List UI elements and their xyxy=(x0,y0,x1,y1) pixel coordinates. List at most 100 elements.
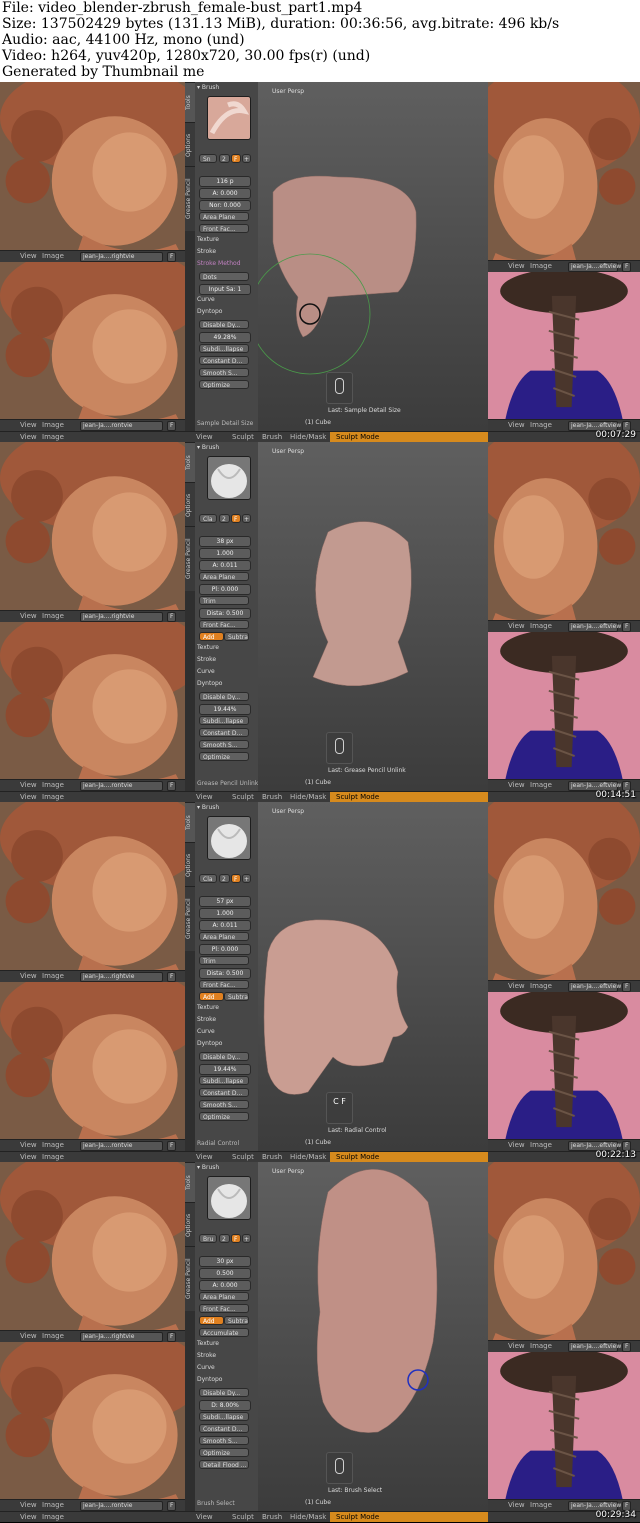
strength-field[interactable]: A: 0.000 xyxy=(199,188,251,199)
sculpt-mesh[interactable] xyxy=(258,802,488,1151)
operator-panel-header[interactable]: Grease Pencil Unlink xyxy=(197,780,258,787)
disable-dyntopo-button[interactable]: Disable Dy... xyxy=(199,692,249,701)
view-menu[interactable]: View xyxy=(20,1141,37,1150)
image-menu[interactable]: Image xyxy=(530,1342,552,1351)
trim-checkbox[interactable]: Trim xyxy=(199,596,249,605)
sculpt-mode-select[interactable]: Sculpt Mode xyxy=(336,793,379,802)
front-faces-checkbox[interactable]: Front Fac... xyxy=(199,980,249,989)
view-menu[interactable]: View xyxy=(20,1501,37,1510)
stroke-panel-header[interactable]: Stroke xyxy=(197,1352,216,1359)
bottom-view-menu[interactable]: View xyxy=(196,1153,213,1162)
stroke-method-select[interactable]: Dots xyxy=(199,272,249,281)
dyntopo-panel-header[interactable]: Dyntopo xyxy=(197,308,222,315)
fake-user-toggle[interactable]: F xyxy=(231,154,241,163)
sculpt-menu[interactable]: Sculpt xyxy=(232,793,254,802)
tab-options[interactable]: Options xyxy=(185,122,195,167)
view-menu[interactable]: View xyxy=(508,1342,525,1351)
texture-panel-header[interactable]: Texture xyxy=(197,1340,219,1347)
sculpt-mode-select[interactable]: Sculpt Mode xyxy=(336,1513,379,1522)
sculpt-mesh[interactable] xyxy=(258,1162,488,1511)
plane-offset-field[interactable]: Pl: 0.000 xyxy=(199,584,251,595)
texture-panel-header[interactable]: Texture xyxy=(197,644,219,651)
texture-panel-header[interactable]: Texture xyxy=(197,236,219,243)
brush-menu[interactable]: Brush xyxy=(262,1513,282,1522)
image-menu[interactable]: Image xyxy=(530,982,552,991)
brush-selector[interactable]: Cla xyxy=(199,874,217,883)
image-menu[interactable]: Image xyxy=(530,421,552,430)
subtract-button[interactable]: Subtrac xyxy=(224,632,249,641)
add-brush-button[interactable]: + xyxy=(242,874,251,883)
tab-grease-pencil[interactable]: Grease Pencil xyxy=(185,1246,195,1311)
radius-field[interactable]: 38 px xyxy=(199,536,251,547)
image-selector[interactable]: jean-Ja....rightvie xyxy=(80,252,163,262)
front-faces-checkbox[interactable]: Front Fac... xyxy=(199,224,249,233)
trim-distance-field[interactable]: Dista: 0.500 xyxy=(199,608,251,619)
view-menu[interactable]: View xyxy=(20,1332,37,1341)
image-selector[interactable]: jean-Ja....rontvie xyxy=(80,1501,163,1511)
fake-user-toggle[interactable]: F xyxy=(167,1501,177,1511)
view-menu[interactable]: View xyxy=(20,252,37,261)
sculpt-menu[interactable]: Sculpt xyxy=(232,433,254,442)
brush-selector[interactable]: Sn xyxy=(199,154,217,163)
brush-preview[interactable] xyxy=(207,816,251,860)
bottom-view-menu[interactable]: View xyxy=(196,1513,213,1522)
3d-viewport[interactable]: User Persp Last: Grease Pencil Unlink (1) … xyxy=(258,442,488,791)
image-selector[interactable]: jean-Ja....rontvie xyxy=(80,421,163,431)
smooth-shading-checkbox[interactable]: Smooth S... xyxy=(199,740,249,749)
fake-user-toggle[interactable]: F xyxy=(167,612,177,622)
disable-dyntopo-button[interactable]: Disable Dy... xyxy=(199,320,249,329)
fake-user-toggle[interactable]: F xyxy=(622,1342,632,1352)
stroke-panel-header[interactable]: Stroke xyxy=(197,1016,216,1023)
front-faces-checkbox[interactable]: Front Fac... xyxy=(199,1304,249,1313)
fake-user-toggle[interactable]: F xyxy=(231,874,241,883)
disable-dyntopo-button[interactable]: Disable Dy... xyxy=(199,1052,249,1061)
smooth-shading-checkbox[interactable]: Smooth S... xyxy=(199,1100,249,1109)
curve-panel-header[interactable]: Curve xyxy=(197,1364,215,1371)
optimize-button[interactable]: Optimize xyxy=(199,752,249,761)
brush-selector[interactable]: Cla xyxy=(199,514,217,523)
fake-user-toggle[interactable]: F xyxy=(167,781,177,791)
tab-grease-pencil[interactable]: Grease Pencil xyxy=(185,166,195,231)
fake-user-toggle[interactable]: F xyxy=(167,421,177,431)
tab-options[interactable]: Options xyxy=(185,1202,195,1247)
sculpt-mode-select[interactable]: Sculpt Mode xyxy=(336,433,379,442)
strength-field[interactable]: 1.000 xyxy=(199,548,251,559)
fake-user-toggle[interactable]: F xyxy=(231,514,241,523)
fake-user-toggle[interactable]: F xyxy=(231,1234,241,1243)
sculpt-mesh[interactable] xyxy=(258,82,488,431)
strength-field[interactable]: 0.500 xyxy=(199,1268,251,1279)
detailing-select[interactable]: Constant D... xyxy=(199,728,249,737)
bottom-view-menu[interactable]: View xyxy=(196,793,213,802)
view-menu[interactable]: View xyxy=(20,421,37,430)
fake-user-toggle[interactable]: F xyxy=(167,1332,177,1342)
view-menu[interactable]: View xyxy=(508,781,525,790)
view-menu[interactable]: View xyxy=(20,1513,37,1522)
fake-user-toggle[interactable]: F xyxy=(622,262,632,272)
autosmooth-field[interactable]: A: 0.011 xyxy=(199,560,251,571)
subdivide-collapse-select[interactable]: Subdi...llapse xyxy=(199,1412,249,1421)
dyntopo-panel-header[interactable]: Dyntopo xyxy=(197,680,222,687)
add-brush-button[interactable]: + xyxy=(242,1234,251,1243)
image-selector[interactable]: jean-Ja....rightvie xyxy=(80,972,163,982)
radius-field[interactable]: 30 px xyxy=(199,1256,251,1267)
brush-menu[interactable]: Brush xyxy=(262,433,282,442)
texture-panel-header[interactable]: Texture xyxy=(197,1004,219,1011)
add-button[interactable]: Add xyxy=(199,992,224,1001)
sculpt-plane-select[interactable]: Area Plane xyxy=(199,572,249,581)
radius-field[interactable]: 57 px xyxy=(199,896,251,907)
image-menu[interactable]: Image xyxy=(42,781,64,790)
image-menu[interactable]: Image xyxy=(42,1141,64,1150)
view-menu[interactable]: View xyxy=(508,1501,525,1510)
input-samples-field[interactable]: Input Sa: 1 xyxy=(199,284,251,295)
dyntopo-panel-header[interactable]: Dyntopo xyxy=(197,1040,222,1047)
trim-distance-field[interactable]: Dista: 0.500 xyxy=(199,968,251,979)
image-menu[interactable]: Image xyxy=(530,1141,552,1150)
strength-field[interactable]: 1.000 xyxy=(199,908,251,919)
add-button[interactable]: Add xyxy=(199,1316,224,1325)
sculpt-plane-select[interactable]: Area Plane xyxy=(199,1292,249,1301)
view-menu[interactable]: View xyxy=(508,262,525,271)
brush-preview[interactable] xyxy=(207,96,251,140)
hide-mask-menu[interactable]: Hide/Mask xyxy=(290,1513,326,1522)
fake-user-toggle[interactable]: F xyxy=(622,622,632,632)
view-menu[interactable]: View xyxy=(508,1141,525,1150)
